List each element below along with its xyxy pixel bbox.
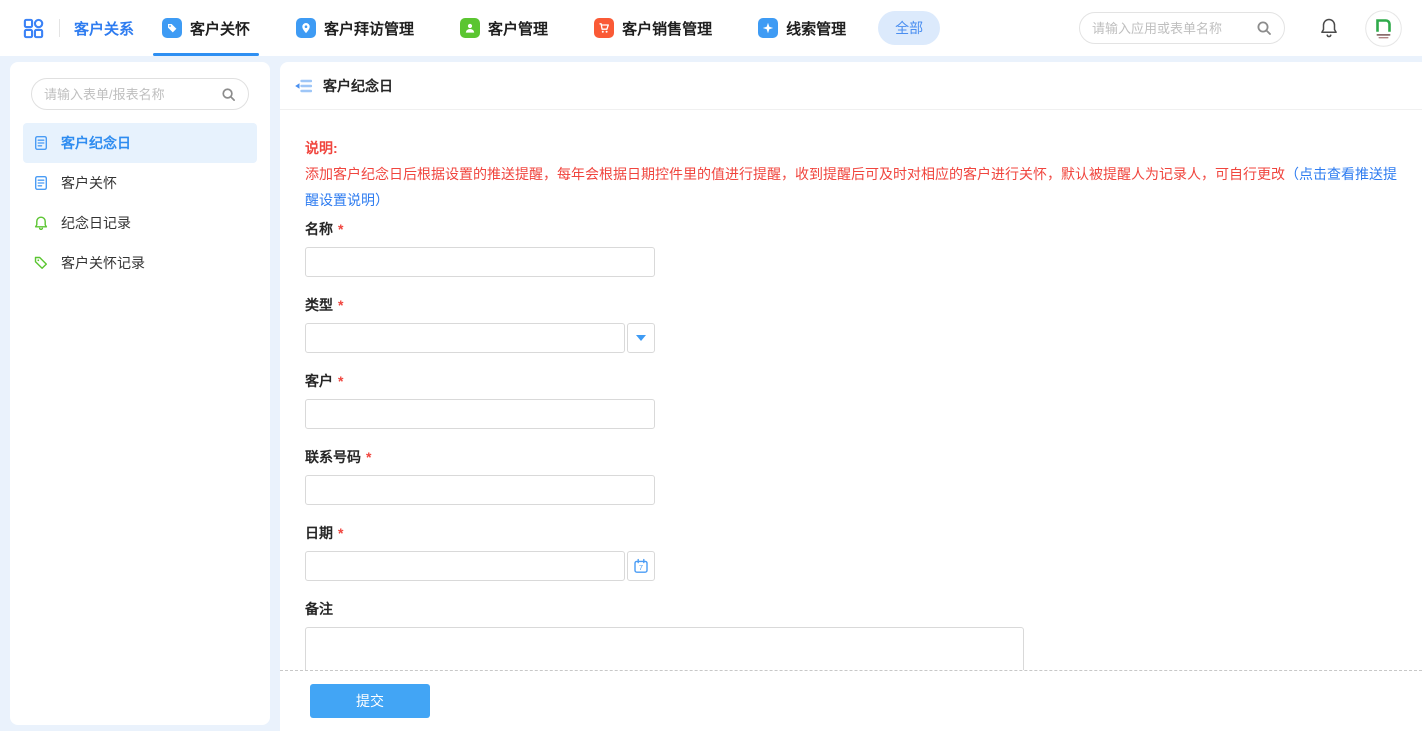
sidebar-item-label: 客户纪念日: [61, 133, 131, 153]
field-label: 类型 *: [305, 295, 1410, 315]
tab-label: 线索管理: [786, 18, 846, 39]
field-label-text: 客户: [305, 371, 333, 391]
type-select[interactable]: [305, 323, 1410, 353]
tab-label: 客户销售管理: [622, 18, 712, 39]
type-select-value[interactable]: [305, 323, 625, 353]
notice-heading: 说明:: [305, 135, 1410, 161]
form-content: 说明: 添加客户纪念日后根据设置的推送提醒，每年会根据日期控件里的值进行提醒，收…: [280, 110, 1422, 687]
field-label-text: 名称: [305, 219, 333, 239]
tag-icon: [162, 18, 182, 38]
submit-button[interactable]: 提交: [310, 684, 430, 718]
name-input[interactable]: [305, 247, 655, 277]
sidebar-search-input[interactable]: [44, 87, 221, 102]
app-window: 客户关系 客户关怀 客户拜访管理: [0, 0, 1422, 731]
calendar-button[interactable]: 7: [627, 551, 655, 581]
field-label-text: 日期: [305, 523, 333, 543]
field-date: 日期 * 7: [305, 523, 1410, 581]
calendar-icon: 7: [633, 558, 649, 574]
customer-input[interactable]: [305, 399, 655, 429]
sidebar-item-label: 客户关怀: [61, 173, 117, 193]
tab-customer-visit[interactable]: 客户拜访管理: [296, 0, 414, 56]
form-footer: 提交: [280, 670, 1422, 731]
notice-body: 添加客户纪念日后根据设置的推送提醒，每年会根据日期控件里的值进行提醒，收到提醒后…: [305, 161, 1410, 213]
location-pin-icon: [296, 18, 316, 38]
required-asterisk: *: [366, 447, 371, 467]
field-label: 名称 *: [305, 219, 1410, 239]
notice-text: 添加客户纪念日后根据设置的推送提醒，每年会根据日期控件里的值进行提醒，收到提醒后…: [305, 166, 1285, 182]
app-name[interactable]: 客户关系: [74, 18, 134, 39]
tag-icon: [33, 255, 49, 271]
brand-divider: [59, 19, 60, 37]
sidebar-menu: 客户纪念日 客户关怀 纪念日记录: [10, 123, 270, 283]
tab-customer-management[interactable]: 客户管理: [460, 0, 548, 56]
tab-label: 客户关怀: [190, 18, 250, 39]
tab-label: 客户管理: [488, 18, 548, 39]
form-icon: [33, 175, 49, 191]
bell-icon: [33, 215, 49, 231]
sidebar-search[interactable]: [31, 78, 249, 110]
page-title: 客户纪念日: [323, 76, 393, 96]
field-name: 名称 *: [305, 219, 1410, 277]
field-label: 客户 *: [305, 371, 1410, 391]
brand: 客户关系: [22, 17, 134, 40]
tab-customer-care[interactable]: 客户关怀: [162, 0, 250, 56]
field-label-text: 类型: [305, 295, 333, 315]
required-asterisk: *: [338, 523, 343, 543]
sidebar-item-customer-anniversary[interactable]: 客户纪念日: [23, 123, 257, 163]
main-header: 客户纪念日: [280, 62, 1422, 110]
person-icon: [460, 18, 480, 38]
search-icon[interactable]: [1256, 20, 1272, 36]
search-icon[interactable]: [221, 87, 236, 102]
required-asterisk: *: [338, 371, 343, 391]
date-input[interactable]: [305, 551, 625, 581]
star-icon: [758, 18, 778, 38]
required-asterisk: *: [338, 295, 343, 315]
field-label: 日期 *: [305, 523, 1410, 543]
form-icon: [33, 135, 49, 151]
required-asterisk: *: [338, 219, 343, 239]
notification-bell-icon[interactable]: [1319, 17, 1339, 39]
cart-icon: [594, 18, 614, 38]
select-dropdown-button[interactable]: [627, 323, 655, 353]
app-grid-icon[interactable]: [22, 17, 45, 40]
sidebar-item-label: 纪念日记录: [61, 213, 131, 233]
field-label: 备注: [305, 599, 1410, 619]
main-panel: 客户纪念日 说明: 添加客户纪念日后根据设置的推送提醒，每年会根据日期控件里的值…: [280, 62, 1422, 731]
field-label: 联系号码 *: [305, 447, 1410, 467]
tab-customer-sales[interactable]: 客户销售管理: [594, 0, 712, 56]
contact-number-input[interactable]: [305, 475, 655, 505]
app-tabs: 客户关怀 客户拜访管理 客户管理: [162, 0, 846, 56]
company-logo-avatar[interactable]: [1365, 10, 1402, 47]
field-type: 类型 *: [305, 295, 1410, 353]
tab-leads-management[interactable]: 线索管理: [758, 0, 846, 56]
field-contact-number: 联系号码 *: [305, 447, 1410, 505]
collapse-sidebar-icon[interactable]: [294, 78, 312, 94]
field-label-text: 备注: [305, 599, 333, 619]
app-search-input[interactable]: [1092, 21, 1256, 36]
sidebar-item-anniversary-records[interactable]: 纪念日记录: [23, 203, 257, 243]
field-customer: 客户 *: [305, 371, 1410, 429]
app-search[interactable]: [1079, 12, 1285, 44]
sidebar-item-customer-care[interactable]: 客户关怀: [23, 163, 257, 203]
all-apps-pill[interactable]: 全部: [878, 11, 940, 45]
notice-block: 说明: 添加客户纪念日后根据设置的推送提醒，每年会根据日期控件里的值进行提醒，收…: [305, 135, 1410, 213]
tab-label: 客户拜访管理: [324, 18, 414, 39]
field-label-text: 联系号码: [305, 447, 361, 467]
sidebar: 客户纪念日 客户关怀 纪念日记录: [10, 62, 270, 725]
sidebar-item-label: 客户关怀记录: [61, 253, 145, 273]
svg-text:7: 7: [639, 563, 643, 572]
chevron-down-icon: [636, 335, 646, 341]
topbar: 客户关系 客户关怀 客户拜访管理: [0, 0, 1422, 56]
sidebar-item-customer-care-records[interactable]: 客户关怀记录: [23, 243, 257, 283]
date-picker[interactable]: 7: [305, 551, 1410, 581]
